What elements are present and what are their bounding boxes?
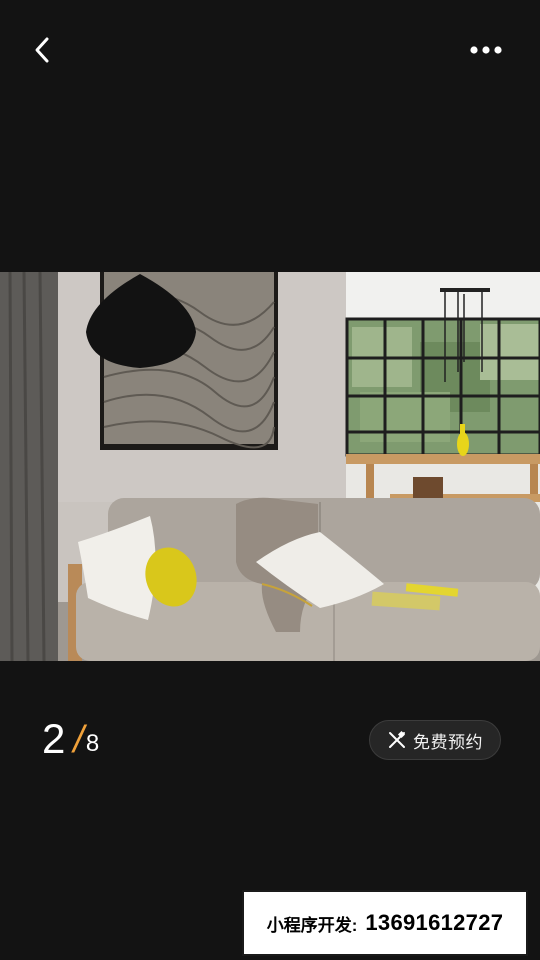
back-button[interactable] (24, 30, 60, 70)
pager-current: 2 (42, 715, 66, 762)
banner-phone: 13691612727 (365, 910, 504, 935)
gallery-pager: 2 / 8 (42, 712, 99, 762)
more-dots-icon (470, 46, 502, 54)
free-booking-label: 免费预约 (413, 732, 483, 752)
gallery-photo[interactable] (0, 272, 540, 661)
free-booking-button[interactable]: 免费预约 (369, 720, 501, 760)
pencil-ruler-icon (389, 730, 406, 748)
more-button[interactable] (462, 36, 510, 64)
pager-total: 8 (85, 730, 100, 757)
pager-separator: / (73, 719, 84, 761)
banner-label: 小程序开发: (266, 915, 358, 935)
chevron-left-icon (35, 37, 49, 63)
living-room-image (0, 272, 540, 661)
top-bar (0, 0, 540, 100)
contact-banner: 小程序开发: 13691612727 (242, 890, 528, 956)
